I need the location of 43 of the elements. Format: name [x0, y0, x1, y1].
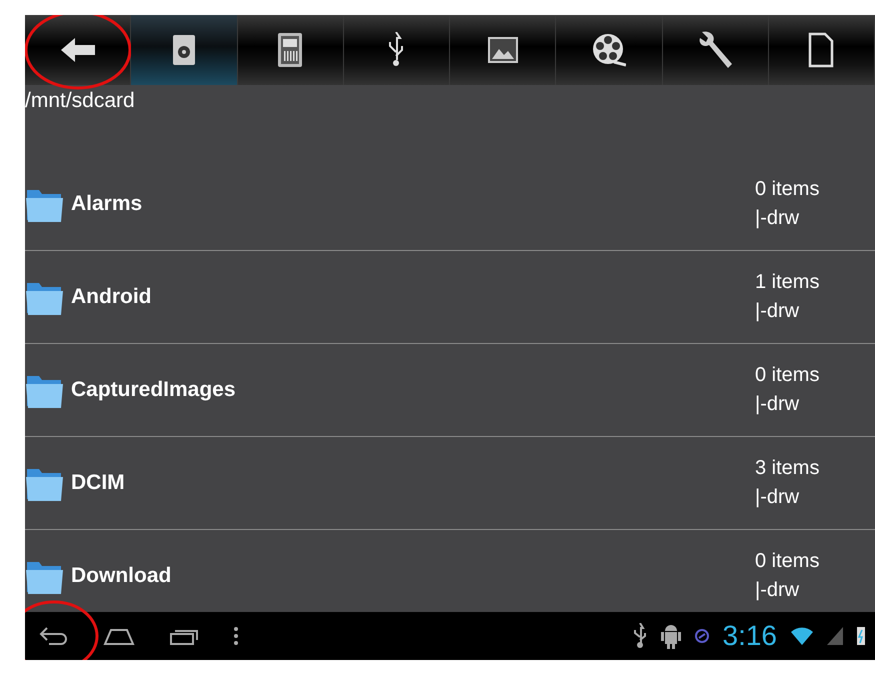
back-icon[interactable] [39, 626, 69, 646]
wifi-icon [791, 627, 813, 645]
item-count: 0 items [755, 364, 820, 387]
usb-icon [632, 623, 646, 649]
folder-row[interactable]: Alarms 0 items |-drw [25, 158, 875, 251]
item-count: 0 items [755, 178, 820, 201]
item-count: 1 items [755, 271, 820, 294]
toolbar-button[interactable] [768, 15, 875, 85]
usb-icon [388, 32, 404, 68]
folder-row[interactable]: CapturedImages 0 items |-drw [25, 344, 875, 437]
menu-icon[interactable] [233, 626, 239, 646]
item-count: 0 items [755, 550, 820, 573]
toolbar-button[interactable] [131, 15, 238, 85]
item-count: 3 items [755, 457, 820, 480]
permissions: |-drw [755, 486, 800, 509]
permissions: |-drw [755, 393, 800, 416]
toolbar-button[interactable] [238, 15, 344, 85]
file-icon [808, 32, 834, 68]
sync-icon [694, 629, 708, 643]
home-icon[interactable] [103, 626, 135, 646]
permissions: |-drw [755, 579, 800, 602]
toolbar-button[interactable] [556, 15, 662, 85]
back-arrow-icon [60, 38, 95, 62]
signal-icon [827, 627, 843, 645]
film-reel-icon [592, 33, 626, 67]
android-robot-icon [660, 623, 680, 649]
toolbar-button[interactable] [662, 15, 769, 85]
folder-row[interactable]: Android 1 items |-drw [25, 251, 875, 344]
permissions: |-drw [755, 300, 800, 323]
folder-name: Android [71, 285, 152, 309]
folder-name: CapturedImages [71, 378, 237, 402]
sd-card-icon [278, 33, 302, 67]
toolbar-button[interactable] [450, 15, 556, 85]
permissions: |-drw [755, 207, 800, 230]
picture-icon [488, 37, 518, 63]
folder-name: Download [71, 564, 172, 588]
folder-name: DCIM [71, 471, 126, 495]
wrench-icon [698, 30, 732, 70]
clock: 3:16 [722, 620, 777, 652]
current-path: /mnt/sdcard [25, 89, 135, 112]
folder-row[interactable]: DCIM 3 items |-drw [25, 437, 875, 530]
battery-icon [857, 627, 865, 645]
folder-name: Alarms [71, 192, 144, 216]
